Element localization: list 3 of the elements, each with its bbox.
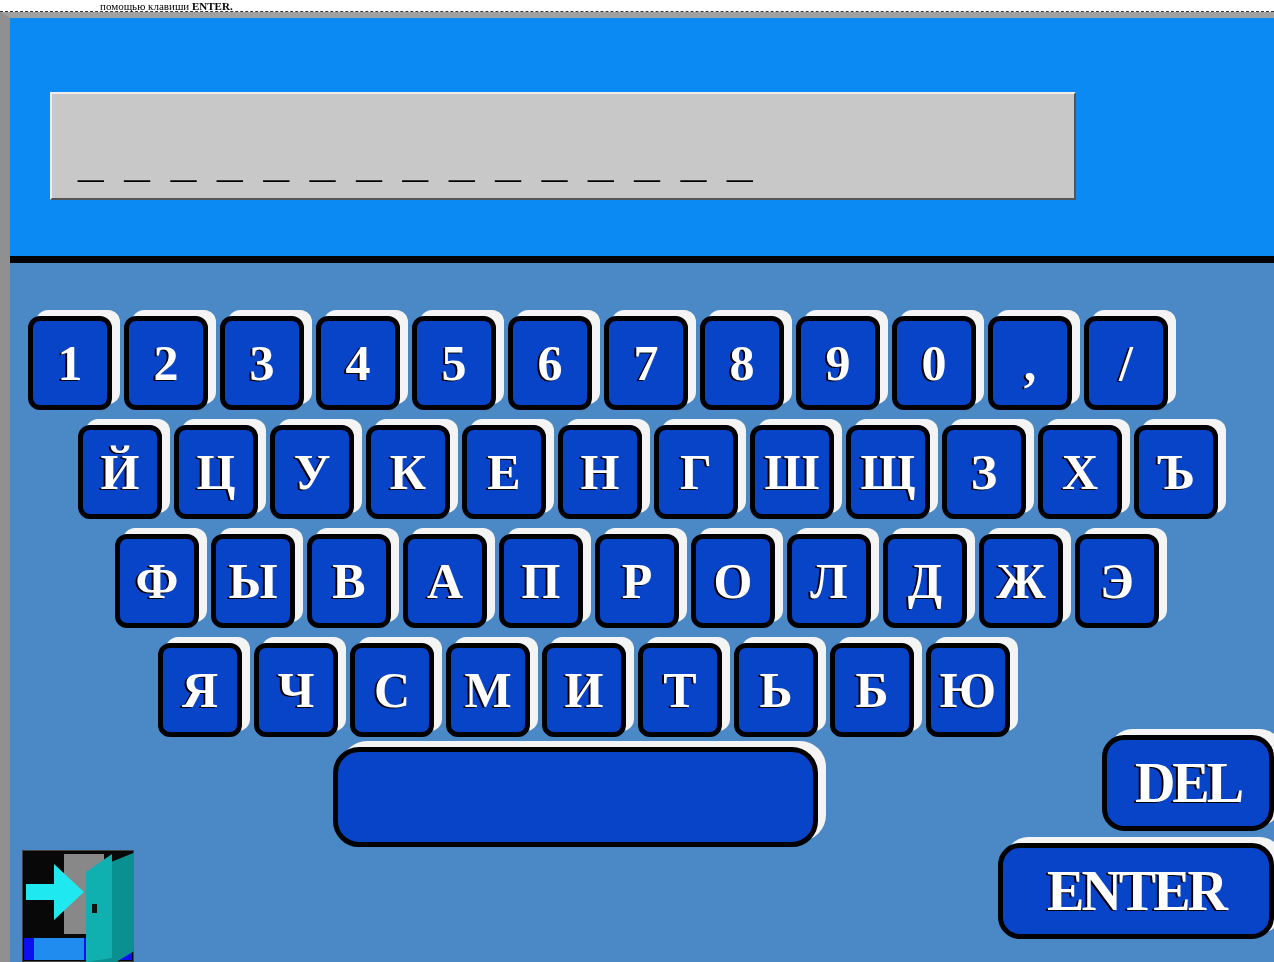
exit-door-icon[interactable]	[22, 850, 134, 962]
input-field[interactable]: _ _ _ _ _ _ _ _ _ _ _ _ _ _ _	[50, 92, 1076, 200]
caption-text: помощью клавиши ENTER.	[100, 0, 233, 12]
